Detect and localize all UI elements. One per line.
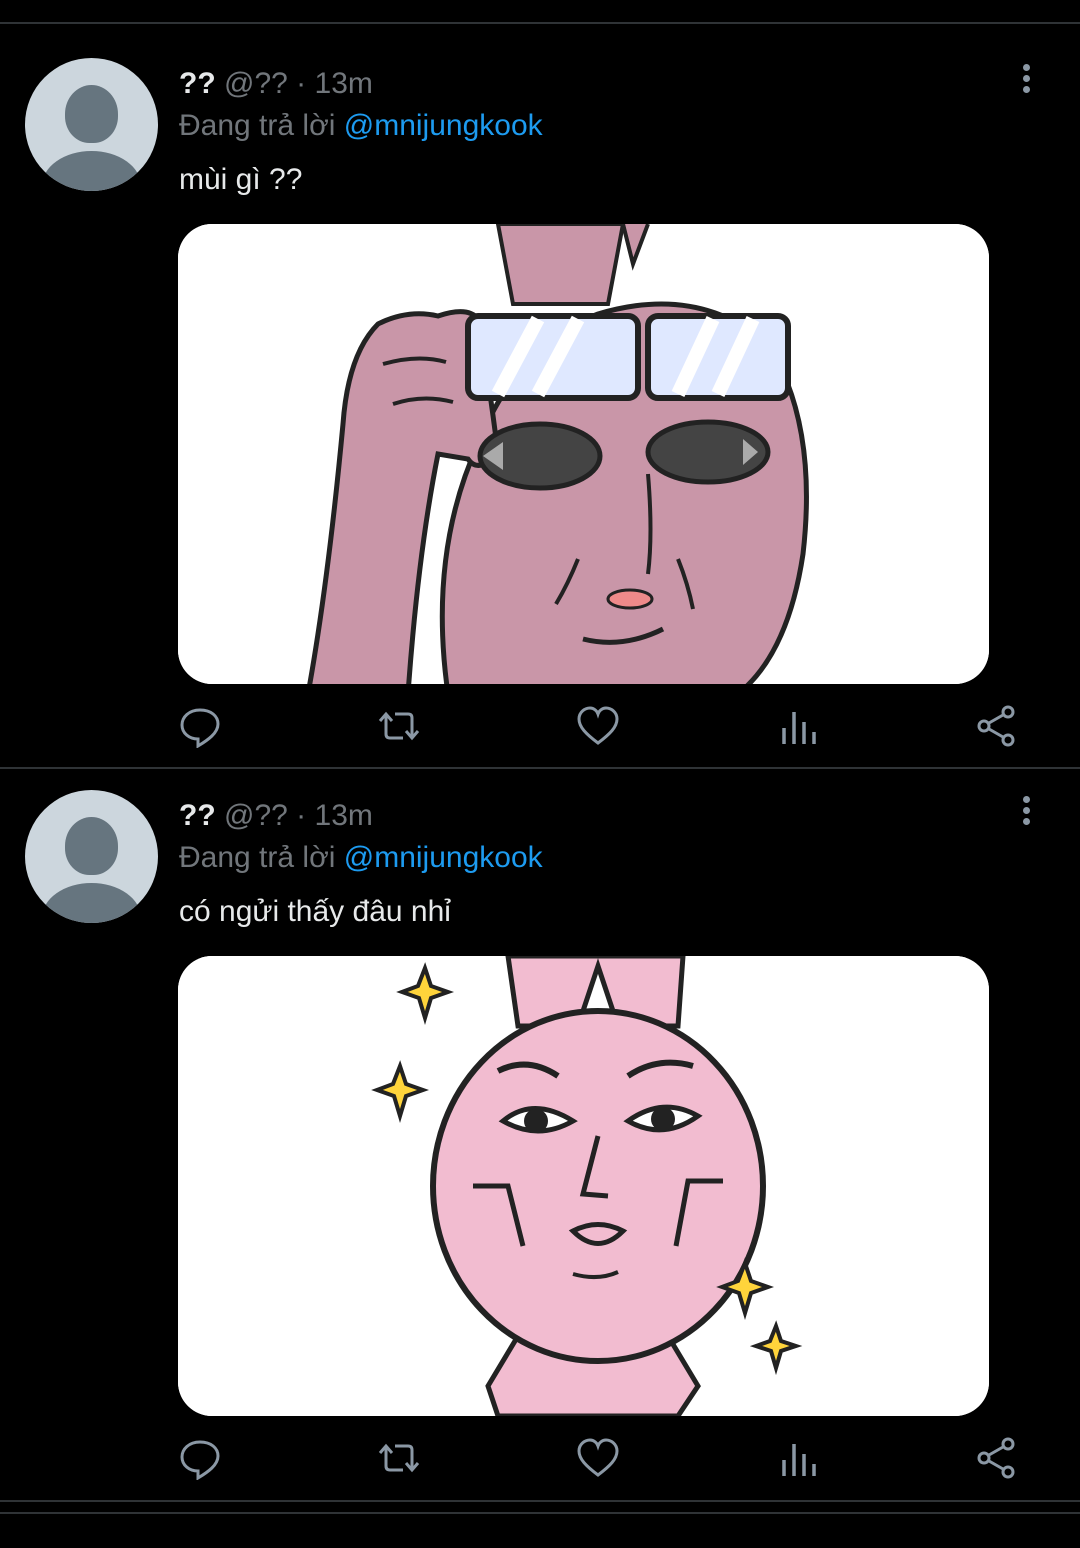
reply-handle-link[interactable]: @mnijungkook [344,109,543,142]
reply-icon[interactable] [178,1436,222,1480]
more-options-icon[interactable] [1010,796,1042,832]
tweet-actions [0,704,1080,754]
tweet-header: ?? @?? · 13m [179,66,373,102]
pink-rabbit-glasses-sticker [178,224,989,684]
share-icon[interactable] [975,1436,1019,1480]
tweet-media-image[interactable] [178,224,989,684]
share-icon[interactable] [975,704,1019,748]
tweet-header: ?? @?? · 13m [179,798,373,834]
bottom-divider [0,1500,1080,1502]
user-handle[interactable]: @?? [224,799,288,832]
tweet-actions [0,1436,1080,1486]
tweet-media-image[interactable] [178,956,989,1416]
tweet-2[interactable]: ?? @?? · 13m Đang trả lời @mnijungkook c… [0,756,1080,1500]
reply-prefix: Đang trả lời [179,841,336,874]
more-options-icon[interactable] [1010,64,1042,100]
tweet-text: mùi gì ?? [179,163,303,196]
replying-to: Đang trả lời @mnijungkook [179,840,543,876]
reply-handle-link[interactable]: @mnijungkook [344,841,543,874]
pink-rabbit-sparkles-sticker [178,956,989,1416]
timestamp[interactable]: 13m [315,799,373,832]
reply-prefix: Đang trả lời [179,109,336,142]
avatar[interactable] [25,790,158,923]
tweet-text: có ngửi thấy đâu nhỉ [179,895,451,928]
tweet-1[interactable]: ?? @?? · 13m Đang trả lời @mnijungkook m… [0,24,1080,768]
display-name[interactable]: ?? [179,799,216,832]
timestamp[interactable]: 13m [315,67,373,100]
like-icon[interactable] [576,1436,620,1480]
bottom-divider-2 [0,1512,1080,1514]
separator: · [296,799,307,832]
reply-icon[interactable] [178,704,222,748]
retweet-icon[interactable] [377,1436,421,1480]
analytics-icon[interactable] [776,704,820,748]
replying-to: Đang trả lời @mnijungkook [179,108,543,144]
retweet-icon[interactable] [377,704,421,748]
like-icon[interactable] [576,704,620,748]
separator: · [296,67,307,100]
avatar[interactable] [25,58,158,191]
analytics-icon[interactable] [776,1436,820,1480]
user-handle[interactable]: @?? [224,67,288,100]
display-name[interactable]: ?? [179,67,216,100]
